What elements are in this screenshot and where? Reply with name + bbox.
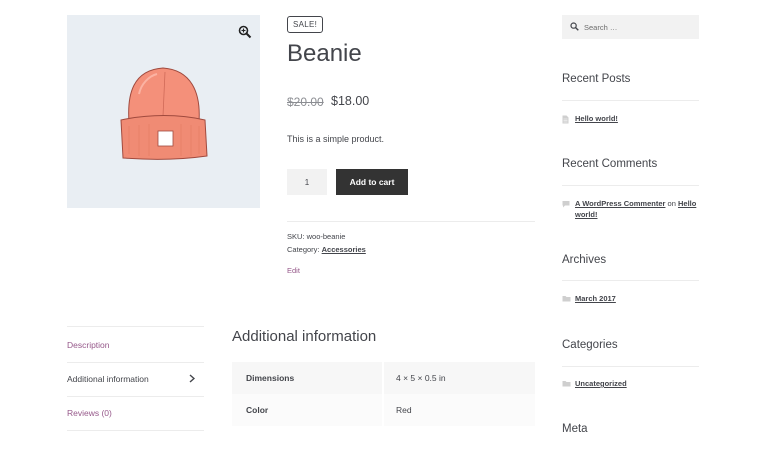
document-icon bbox=[562, 115, 569, 124]
divider bbox=[287, 221, 535, 222]
quantity-input[interactable] bbox=[287, 169, 327, 195]
category-link[interactable]: Accessories bbox=[322, 245, 366, 254]
comment-on-text: on bbox=[667, 199, 676, 208]
comment-post-link[interactable]: Hello bbox=[678, 199, 696, 208]
recent-posts-title: Recent Posts bbox=[562, 73, 631, 85]
attribute-row-color: Color Red bbox=[232, 394, 535, 426]
sku-value: woo-beanie bbox=[306, 232, 346, 241]
sku-label: SKU: bbox=[287, 232, 305, 241]
comment-post-link-cont[interactable]: world! bbox=[575, 210, 598, 219]
beanie-illustration bbox=[120, 67, 208, 160]
category-line: Category: Accessories bbox=[287, 245, 366, 254]
attribute-value: Red bbox=[396, 405, 412, 415]
category-label: Category: bbox=[287, 245, 320, 254]
short-description: This is a simple product. bbox=[287, 134, 385, 144]
recent-post-link[interactable]: Hello world! bbox=[575, 114, 618, 123]
category-item: Uncategorized bbox=[562, 379, 699, 391]
widget-divider bbox=[562, 185, 699, 186]
attribute-label: Dimensions bbox=[246, 373, 295, 383]
archive-item: March 2017 bbox=[562, 294, 699, 306]
meta-title: Meta bbox=[562, 423, 588, 435]
archive-link[interactable]: March 2017 bbox=[575, 294, 616, 303]
attribute-row-dimensions: Dimensions 4 × 5 × 0.5 in bbox=[232, 362, 535, 394]
add-to-cart-button[interactable]: Add to cart bbox=[336, 169, 408, 195]
archives-title: Archives bbox=[562, 254, 607, 266]
recent-comment-item: A WordPress Commenter on Hello world! bbox=[562, 199, 699, 223]
comment-icon bbox=[562, 201, 570, 208]
additional-info-heading: Additional information bbox=[232, 328, 377, 345]
tab-description[interactable]: Description bbox=[67, 340, 204, 350]
zoom-icon[interactable] bbox=[238, 25, 252, 39]
price-sale: $18.00 bbox=[331, 94, 370, 108]
folder-icon bbox=[562, 381, 571, 387]
recent-post-item: Hello world! bbox=[562, 114, 699, 126]
tab-divider bbox=[67, 326, 204, 327]
widget-divider bbox=[562, 280, 699, 281]
widget-divider bbox=[562, 366, 699, 367]
search-input[interactable] bbox=[584, 19, 694, 35]
edit-link[interactable]: Edit bbox=[287, 266, 300, 275]
cell-divider bbox=[382, 362, 384, 394]
price-original: $20.00 bbox=[287, 95, 324, 109]
sale-badge: SALE! bbox=[287, 16, 324, 33]
attribute-label: Color bbox=[246, 405, 269, 415]
tab-divider bbox=[67, 430, 204, 431]
comment-author-link[interactable]: A WordPress Commenter bbox=[575, 199, 665, 208]
product-title: Beanie bbox=[287, 40, 362, 67]
tab-divider bbox=[67, 362, 204, 363]
recent-comments-title: Recent Comments bbox=[562, 158, 658, 170]
category-widget-link[interactable]: Uncategorized bbox=[575, 379, 627, 388]
widget-divider bbox=[562, 100, 699, 101]
categories-title: Categories bbox=[562, 339, 618, 351]
chevron-right-icon bbox=[189, 374, 195, 383]
tab-divider bbox=[67, 396, 204, 397]
search-icon bbox=[570, 22, 579, 31]
product-image[interactable] bbox=[67, 15, 260, 208]
tab-reviews[interactable]: Reviews (0) bbox=[67, 408, 204, 418]
search-box bbox=[562, 15, 699, 39]
folder-icon bbox=[562, 296, 571, 302]
attribute-value: 4 × 5 × 0.5 in bbox=[396, 373, 446, 383]
tab-additional-information[interactable]: Additional information bbox=[67, 374, 204, 384]
sku-line: SKU: woo-beanie bbox=[287, 232, 345, 241]
cell-divider bbox=[382, 394, 384, 426]
